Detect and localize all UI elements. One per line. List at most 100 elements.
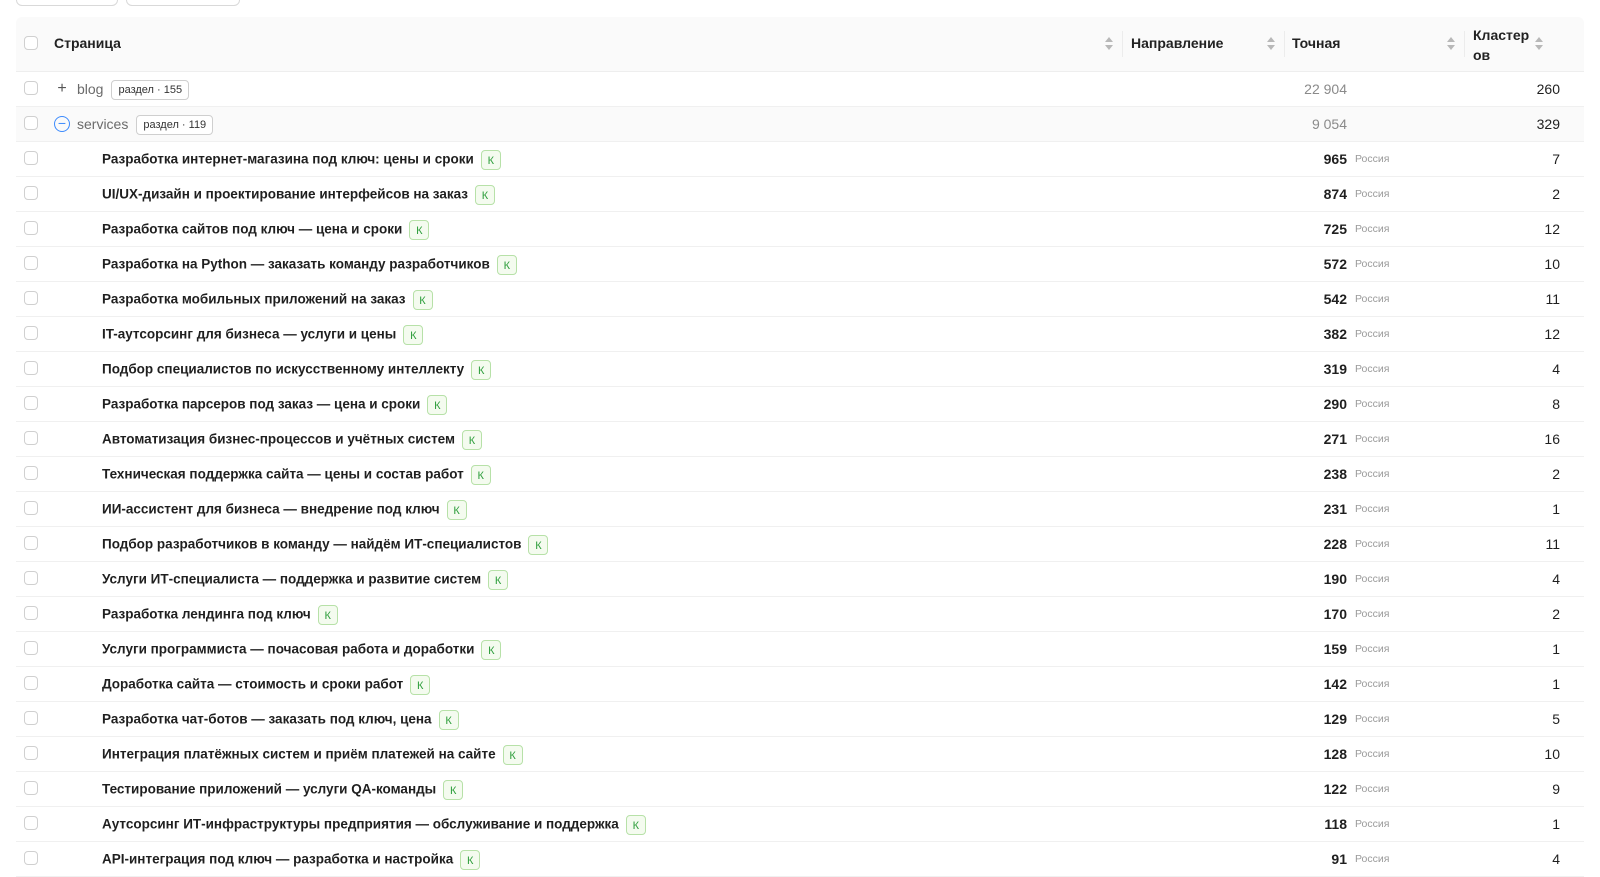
row-checkbox[interactable]	[24, 711, 38, 725]
page-title-cell[interactable]: Интеграция платёжных систем и приём плат…	[102, 745, 523, 765]
page-title-cell[interactable]: Разработка интернет-магазина под ключ: ц…	[102, 150, 501, 170]
table-row[interactable]: Интеграция платёжных систем и приём плат…	[16, 737, 1584, 772]
page-title-cell[interactable]: Аутсорсинг ИТ-инфраструктуры предприятия…	[102, 815, 646, 835]
group-row-blog[interactable]: + blog раздел · 155 22 904 260	[16, 72, 1584, 107]
cluster-badge[interactable]: К	[443, 780, 464, 800]
column-header-clusters[interactable]: Кластер ов	[1473, 25, 1529, 65]
cluster-badge[interactable]: К	[409, 220, 430, 240]
cluster-badge[interactable]: К	[460, 850, 481, 870]
row-checkbox[interactable]	[24, 291, 38, 305]
page-title-cell[interactable]: Услуги программиста — почасовая работа и…	[102, 640, 502, 660]
sort-icon[interactable]	[1446, 35, 1456, 53]
column-header-exact[interactable]: Точная	[1292, 35, 1340, 51]
table-row[interactable]: Подбор разработчиков в команду — найдём …	[16, 527, 1584, 562]
page-title[interactable]: Доработка сайта — стоимость и сроки рабо…	[102, 677, 403, 692]
row-checkbox[interactable]	[24, 641, 38, 655]
cluster-badge[interactable]: К	[528, 535, 549, 555]
page-title-cell[interactable]: Тестирование приложений — услуги QA-кома…	[102, 780, 464, 800]
row-checkbox[interactable]	[24, 571, 38, 585]
page-title[interactable]: Разработка интернет-магазина под ключ: ц…	[102, 152, 474, 167]
page-title[interactable]: Тестирование приложений — услуги QA-кома…	[102, 782, 436, 797]
table-row[interactable]: Услуги программиста — почасовая работа и…	[16, 632, 1584, 667]
row-checkbox[interactable]	[24, 816, 38, 830]
page-title[interactable]: Разработка на Python — заказать команду …	[102, 257, 490, 272]
page-title[interactable]: Аутсорсинг ИТ-инфраструктуры предприятия…	[102, 817, 619, 832]
cluster-badge[interactable]: К	[317, 605, 338, 625]
page-title[interactable]: Подбор разработчиков в команду — найдём …	[102, 537, 521, 552]
cluster-badge[interactable]: К	[474, 185, 495, 205]
row-checkbox[interactable]	[24, 151, 38, 165]
page-title-cell[interactable]: Подбор разработчиков в команду — найдём …	[102, 535, 549, 555]
cluster-badge[interactable]: К	[446, 500, 467, 520]
cluster-badge[interactable]: К	[412, 290, 433, 310]
row-checkbox[interactable]	[24, 396, 38, 410]
cluster-badge[interactable]: К	[403, 325, 424, 345]
page-title[interactable]: Интеграция платёжных систем и приём плат…	[102, 747, 496, 762]
table-row[interactable]: Разработка чат-ботов — заказать под ключ…	[16, 702, 1584, 737]
row-checkbox[interactable]	[24, 81, 38, 95]
page-title-cell[interactable]: ИИ-ассистент для бизнеса — внедрение под…	[102, 500, 467, 520]
page-title[interactable]: Техническая поддержка сайта — цены и сос…	[102, 467, 464, 482]
table-row[interactable]: Автоматизация бизнес-процессов и учётных…	[16, 422, 1584, 457]
table-row[interactable]: Разработка на Python — заказать команду …	[16, 247, 1584, 282]
table-row[interactable]: Подбор специалистов по искусственному ин…	[16, 352, 1584, 387]
page-title[interactable]: Услуги ИТ-специалиста — поддержка и разв…	[102, 572, 481, 587]
row-checkbox[interactable]	[24, 501, 38, 515]
page-title-cell[interactable]: Разработка парсеров под заказ — цена и с…	[102, 395, 448, 415]
row-checkbox[interactable]	[24, 431, 38, 445]
row-checkbox[interactable]	[24, 186, 38, 200]
page-title[interactable]: UI/UX-дизайн и проектирование интерфейсо…	[102, 187, 468, 202]
page-title-cell[interactable]: Разработка на Python — заказать команду …	[102, 255, 517, 275]
table-row[interactable]: Разработка лендинга под ключ К 170 Россия…	[16, 597, 1584, 632]
page-title[interactable]: Автоматизация бизнес-процессов и учётных…	[102, 432, 455, 447]
expand-icon[interactable]: +	[54, 81, 70, 97]
page-title[interactable]: Разработка сайтов под ключ — цена и срок…	[102, 222, 402, 237]
cluster-badge[interactable]: К	[625, 815, 646, 835]
page-title-cell[interactable]: Техническая поддержка сайта — цены и сос…	[102, 465, 491, 485]
toolbar-button-1[interactable]	[16, 0, 118, 6]
row-checkbox[interactable]	[24, 536, 38, 550]
cluster-badge[interactable]: К	[480, 150, 501, 170]
page-title[interactable]: Разработка мобильных приложений на заказ	[102, 292, 406, 307]
table-row[interactable]: ИИ-ассистент для бизнеса — внедрение под…	[16, 492, 1584, 527]
page-title[interactable]: Разработка чат-ботов — заказать под ключ…	[102, 712, 432, 727]
page-title[interactable]: IT-аутсорсинг для бизнеса — услуги и цен…	[102, 327, 396, 342]
row-checkbox[interactable]	[24, 781, 38, 795]
select-all-checkbox[interactable]	[24, 36, 38, 50]
page-title[interactable]: Подбор специалистов по искусственному ин…	[102, 362, 464, 377]
table-row[interactable]: Разработка мобильных приложений на заказ…	[16, 282, 1584, 317]
row-checkbox[interactable]	[24, 326, 38, 340]
cluster-badge[interactable]: К	[427, 395, 448, 415]
table-row[interactable]: Тестирование приложений — услуги QA-кома…	[16, 772, 1584, 807]
page-title-cell[interactable]: UI/UX-дизайн и проектирование интерфейсо…	[102, 185, 495, 205]
page-title[interactable]: ИИ-ассистент для бизнеса — внедрение под…	[102, 502, 440, 517]
table-row[interactable]: Разработка парсеров под заказ — цена и с…	[16, 387, 1584, 422]
table-row[interactable]: Услуги ИТ-специалиста — поддержка и разв…	[16, 562, 1584, 597]
toolbar-button-2[interactable]	[126, 0, 240, 6]
page-title-cell[interactable]: Разработка мобильных приложений на заказ…	[102, 290, 433, 310]
page-title-cell[interactable]: Услуги ИТ-специалиста — поддержка и разв…	[102, 570, 509, 590]
row-checkbox[interactable]	[24, 746, 38, 760]
table-row[interactable]: UI/UX-дизайн и проектирование интерфейсо…	[16, 177, 1584, 212]
page-title[interactable]: API-интеграция под ключ — разработка и н…	[102, 852, 453, 867]
row-checkbox[interactable]	[24, 221, 38, 235]
page-title-cell[interactable]: API-интеграция под ключ — разработка и н…	[102, 850, 481, 870]
row-checkbox[interactable]	[24, 256, 38, 270]
cluster-badge[interactable]: К	[502, 745, 523, 765]
page-title[interactable]: Услуги программиста — почасовая работа и…	[102, 642, 474, 657]
collapse-icon[interactable]: −	[54, 116, 70, 132]
cluster-badge[interactable]: К	[462, 430, 482, 450]
cluster-badge[interactable]: К	[410, 675, 431, 695]
column-header-direction[interactable]: Направление	[1131, 35, 1223, 51]
cluster-badge[interactable]: К	[481, 640, 502, 660]
page-title-cell[interactable]: Разработка сайтов под ключ — цена и срок…	[102, 220, 430, 240]
table-row[interactable]: IT-аутсорсинг для бизнеса — услуги и цен…	[16, 317, 1584, 352]
cluster-badge[interactable]: К	[496, 255, 517, 275]
cluster-badge[interactable]: К	[471, 360, 492, 380]
page-title-cell[interactable]: Подбор специалистов по искусственному ин…	[102, 360, 492, 380]
page-title[interactable]: Разработка парсеров под заказ — цена и с…	[102, 397, 420, 412]
row-checkbox[interactable]	[24, 116, 38, 130]
cluster-badge[interactable]: К	[438, 710, 459, 730]
table-row[interactable]: Разработка сайтов под ключ — цена и срок…	[16, 212, 1584, 247]
row-checkbox[interactable]	[24, 851, 38, 865]
